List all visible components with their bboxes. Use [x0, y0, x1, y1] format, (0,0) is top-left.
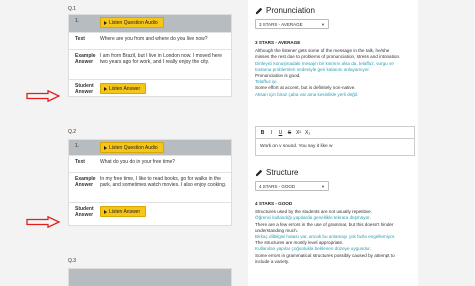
- pronunciation-title: Pronunciation: [255, 6, 315, 15]
- question-card: [68, 268, 232, 286]
- pencil-icon: [255, 7, 263, 14]
- structure-title: Structure: [255, 168, 298, 177]
- example-key: Example Answer: [75, 53, 96, 65]
- questions-column: Q.1 1. Listen Question Audio Text Where …: [60, 0, 232, 286]
- pencil-icon: [255, 169, 263, 176]
- pronunciation-description: 3 STARS - AVERAGE Although the listener …: [255, 40, 415, 98]
- listen-answer-button[interactable]: Listen Answer: [100, 83, 147, 95]
- italic-button[interactable]: I: [269, 130, 274, 136]
- listen-question-button[interactable]: Listen Question Audio: [100, 17, 164, 29]
- question-label: Q.1: [68, 6, 77, 12]
- text-key: Text: [75, 36, 85, 42]
- evaluation-panel: Pronunciation 3 STARS - AVERAGE ▼ 3 STAR…: [248, 0, 418, 286]
- example-answer: In my free time, I like to read books, g…: [100, 176, 227, 189]
- structure-line: Some errors in grammatical structures po…: [255, 252, 395, 258]
- arrow-icon: [26, 90, 60, 102]
- structure-select[interactable]: 4 STARS - GOOD ▼: [255, 181, 329, 191]
- feedback-editor: B I U S X² X₂ Work on v sound. You say it lik…: [255, 126, 415, 156]
- example-key: Example Answer: [75, 176, 96, 188]
- underline-button[interactable]: U: [278, 130, 283, 136]
- structure-heading: 4 STARS - GOOD: [255, 201, 293, 206]
- feedback-textarea[interactable]: Work on v sound. You say it like w: [256, 139, 414, 154]
- bold-button[interactable]: B: [260, 130, 265, 136]
- play-icon: [104, 20, 107, 25]
- structure-description: 4 STARS - GOOD Structures used by the st…: [255, 201, 415, 265]
- play-icon: [104, 86, 107, 91]
- student-key: Student Answer: [75, 206, 94, 218]
- chevron-down-icon: ▼: [321, 21, 325, 27]
- arrow-icon: [26, 216, 60, 228]
- subscript-button[interactable]: X₂: [305, 130, 310, 136]
- play-icon: [104, 145, 107, 150]
- pronunciation-line: misses the rest due to problems of pronu…: [255, 54, 401, 60]
- example-answer: I am from Brazil, but I live in London n…: [100, 53, 223, 66]
- question-card: 1. Listen Question Audio Text Where are …: [68, 14, 232, 97]
- superscript-button[interactable]: X²: [296, 130, 301, 136]
- chevron-down-icon: ▼: [321, 183, 325, 189]
- question-text: What do you do in your free time?: [100, 159, 176, 165]
- pronunciation-heading: 3 STARS - AVERAGE: [255, 40, 301, 45]
- structure-line: There are a few errors in the use of gra…: [255, 221, 394, 227]
- question-number: 1.: [75, 18, 80, 24]
- question-label: Q.2: [68, 129, 77, 135]
- question-label: Q.3: [68, 258, 77, 264]
- pronunciation-translation: Aksan için biraz çaba var ama kesinlikle…: [255, 91, 359, 97]
- question-card: 1. Listen Question Audio Text What do yo…: [68, 139, 232, 226]
- structure-line: include a variety.: [255, 258, 290, 264]
- student-key: Student Answer: [75, 83, 94, 95]
- question-number: 1.: [75, 143, 80, 149]
- play-icon: [104, 209, 107, 214]
- question-text: Where are you from and where do you live…: [100, 36, 208, 42]
- text-key: Text: [75, 159, 85, 165]
- pronunciation-select[interactable]: 3 STARS - AVERAGE ▼: [255, 19, 329, 29]
- editor-toolbar: B I U S X² X₂: [256, 127, 414, 139]
- listen-answer-button[interactable]: Listen Answer: [100, 206, 147, 218]
- listen-question-button[interactable]: Listen Question Audio: [100, 142, 164, 154]
- pronunciation-translation: Dinleyici konuşmadaki mesajın bir kısmın…: [255, 60, 394, 66]
- strikethrough-button[interactable]: S: [287, 130, 292, 136]
